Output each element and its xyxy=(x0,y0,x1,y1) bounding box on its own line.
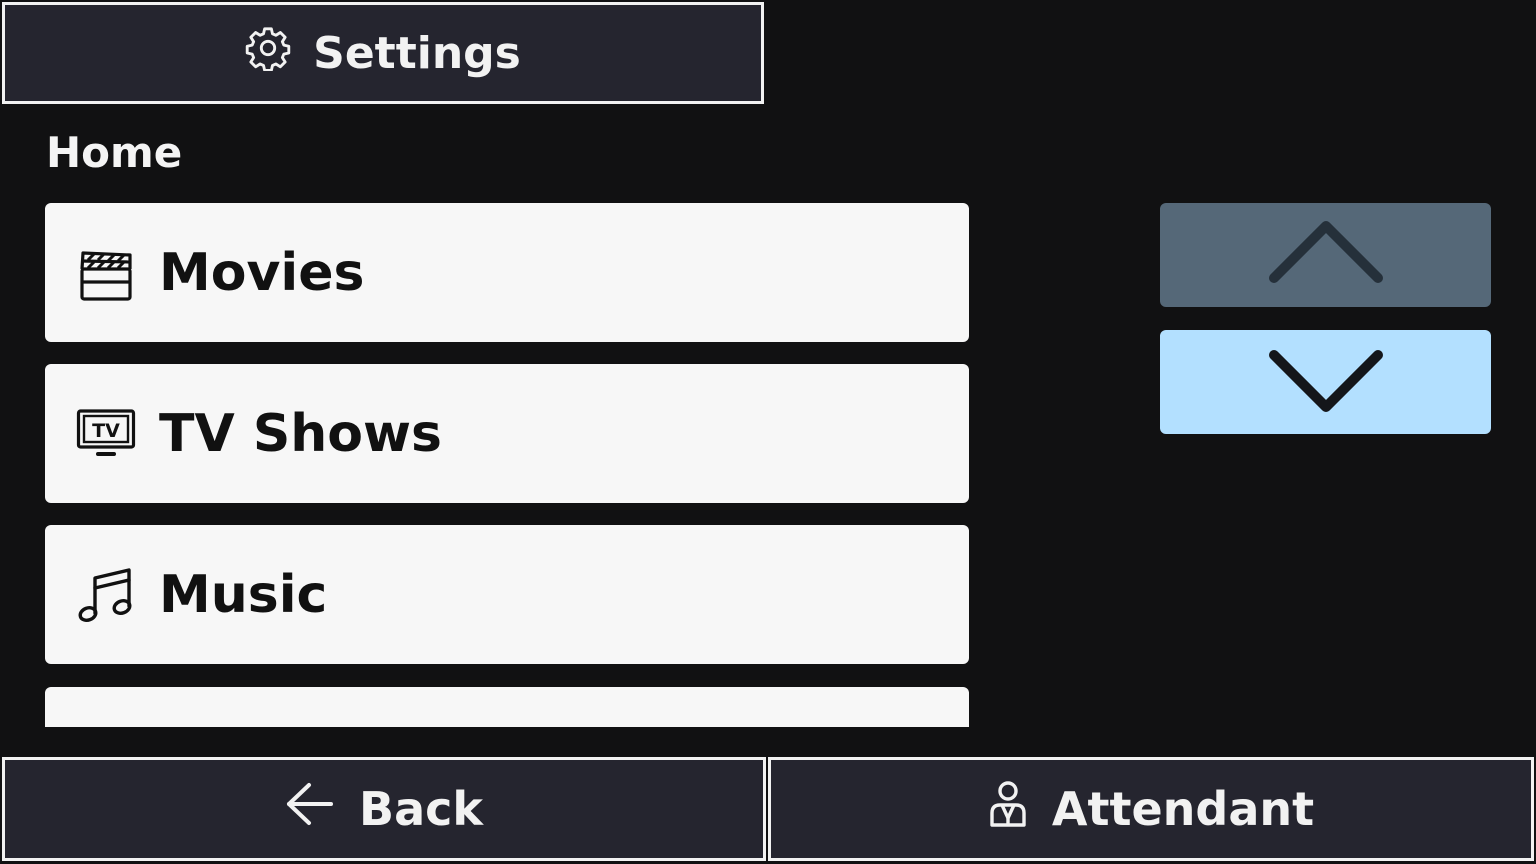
chevron-up-icon xyxy=(1266,218,1386,292)
settings-button[interactable]: Settings xyxy=(2,2,764,104)
list-item-movies[interactable]: Movies xyxy=(45,203,969,342)
list-item-tv-shows[interactable]: TV TV Shows xyxy=(45,364,969,503)
gear-icon xyxy=(245,25,291,82)
scroll-down-button[interactable] xyxy=(1160,330,1491,434)
list-item-partial[interactable] xyxy=(45,687,969,727)
scroll-up-button[interactable] xyxy=(1160,203,1491,307)
tv-icon: TV xyxy=(75,403,137,465)
list-item-label: Movies xyxy=(159,242,365,303)
list-item-label: Music xyxy=(159,564,328,625)
back-button[interactable]: Back xyxy=(2,757,766,861)
settings-label: Settings xyxy=(313,27,521,79)
bottom-bar: Back Attendant xyxy=(0,754,1536,864)
attendant-button[interactable]: Attendant xyxy=(768,757,1534,861)
page-title: Home xyxy=(46,128,183,177)
back-label: Back xyxy=(359,782,483,836)
attendant-label: Attendant xyxy=(1051,782,1315,836)
menu-list: Movies TV TV Shows Music xyxy=(45,203,969,727)
clapperboard-icon xyxy=(75,242,137,304)
svg-text:TV: TV xyxy=(92,420,120,442)
attendant-icon xyxy=(988,780,1028,839)
chevron-down-icon xyxy=(1266,345,1386,419)
home-screen: Settings Home Movies TV TV Shows Music B… xyxy=(0,0,1536,864)
list-item-label: TV Shows xyxy=(159,403,443,464)
arrow-left-icon xyxy=(285,781,335,838)
music-note-icon xyxy=(75,564,137,626)
list-item-music[interactable]: Music xyxy=(45,525,969,664)
